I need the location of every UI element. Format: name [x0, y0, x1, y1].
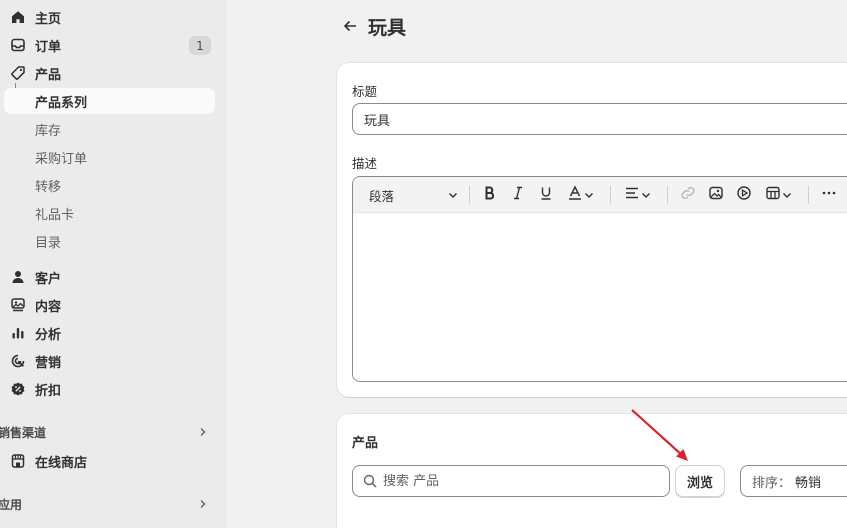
- sidebar-item-products[interactable]: 产品: [4, 60, 215, 86]
- sidebar-item-label: 产品: [35, 67, 62, 83]
- person-icon: [8, 267, 28, 287]
- sidebar-item-label: 营销: [35, 355, 62, 371]
- paragraph-format-label: 段落: [369, 188, 395, 204]
- inbox-icon: [8, 35, 28, 55]
- sidebar-item-label: 转移: [35, 179, 62, 195]
- browse-button[interactable]: 浏览: [675, 465, 725, 497]
- toolbar-divider: [667, 186, 668, 204]
- sidebar-item-content[interactable]: 内容: [4, 292, 215, 318]
- sidebar-item-customers[interactable]: 客户: [4, 264, 215, 290]
- sidebar-item-home[interactable]: 主页: [4, 4, 215, 30]
- chevron-right-icon: [197, 424, 209, 444]
- sidebar-item-label: 客户: [35, 271, 62, 287]
- underline-icon: [539, 185, 553, 205]
- chevron-down-icon: [447, 186, 459, 205]
- editor-toolbar: 段落: [353, 177, 847, 213]
- product-search-field[interactable]: [352, 465, 670, 497]
- underline-button[interactable]: [536, 185, 556, 205]
- sidebar-section-sales-channels[interactable]: 销售渠道: [0, 421, 215, 443]
- chevron-down-icon: [781, 186, 793, 205]
- description-label: 描述: [352, 156, 378, 171]
- sidebar-item-online-store[interactable]: 在线商店: [4, 448, 215, 474]
- search-icon: [363, 474, 377, 488]
- title-label: 标题: [352, 84, 378, 99]
- paragraph-format-select[interactable]: 段落: [361, 185, 467, 205]
- align-button[interactable]: [621, 185, 655, 205]
- orders-count-badge: 1: [189, 36, 211, 55]
- description-text-area[interactable]: [353, 213, 847, 381]
- link-icon: [680, 185, 696, 205]
- more-actions-button[interactable]: [819, 185, 839, 205]
- text-color-button[interactable]: [564, 185, 598, 205]
- sidebar-item-analytics[interactable]: 分析: [4, 320, 215, 346]
- sidebar-item-collections[interactable]: 产品系列: [4, 88, 215, 114]
- insert-video-button[interactable]: [734, 185, 754, 205]
- target-icon: [8, 351, 28, 371]
- sort-select[interactable]: 排序： 畅销: [740, 465, 847, 497]
- sidebar-item-label: 采购订单: [35, 151, 88, 167]
- ellipsis-icon: [821, 185, 837, 205]
- sidebar-item-label: 主页: [35, 11, 62, 27]
- play-circle-icon: [736, 185, 752, 205]
- home-icon: [8, 7, 28, 27]
- products-card: 产品 浏览 排序： 畅销: [337, 414, 847, 528]
- sidebar-item-purchase-orders[interactable]: 采购订单: [4, 144, 215, 170]
- sidebar-item-label: 在线商店: [35, 455, 88, 471]
- italic-button[interactable]: [508, 185, 528, 205]
- sidebar-item-catalogs[interactable]: 目录: [4, 228, 215, 254]
- bold-button[interactable]: [480, 185, 500, 205]
- section-label: 应用: [0, 497, 23, 512]
- sidebar-item-marketing[interactable]: 营销: [4, 348, 215, 374]
- sidebar-section-apps[interactable]: 应用: [0, 493, 215, 515]
- bold-icon: [483, 185, 497, 205]
- back-arrow-icon[interactable]: [340, 16, 360, 36]
- link-button[interactable]: [678, 185, 698, 205]
- sidebar-item-transfers[interactable]: 转移: [4, 172, 215, 198]
- image-content-icon: [8, 295, 28, 315]
- title-input-value: 玩具: [364, 113, 391, 129]
- title-input[interactable]: 玩具: [352, 103, 847, 135]
- description-editor: 段落: [352, 176, 847, 382]
- sidebar-item-label: 内容: [35, 299, 62, 315]
- sidebar-item-label: 折扣: [35, 383, 62, 399]
- sidebar-item-label: 订单: [35, 39, 62, 55]
- image-icon: [708, 185, 724, 205]
- section-label: 销售渠道: [0, 425, 47, 440]
- products-card-title: 产品: [352, 436, 379, 451]
- sidebar-item-label: 礼品卡: [35, 207, 75, 223]
- sidebar-item-inventory[interactable]: 库存: [4, 116, 215, 142]
- bar-chart-icon: [8, 323, 28, 343]
- align-left-icon: [624, 185, 640, 205]
- italic-icon: [511, 185, 525, 205]
- insert-table-button[interactable]: [762, 185, 796, 205]
- sidebar-item-gift-cards[interactable]: 礼品卡: [4, 200, 215, 226]
- chevron-down-icon: [583, 186, 595, 205]
- sort-label: 排序：: [752, 475, 792, 491]
- toolbar-divider: [610, 186, 611, 204]
- tag-icon: [8, 63, 28, 83]
- sidebar-item-label: 库存: [35, 123, 62, 139]
- toolbar-divider: [808, 186, 809, 204]
- sidebar-item-label: 目录: [35, 235, 62, 251]
- chevron-down-icon: [640, 186, 652, 205]
- text-color-icon: [567, 185, 583, 205]
- sidebar-item-label: 产品系列: [35, 95, 88, 111]
- sidebar: 主页 订单 1 产品 产品系列 库存 采购订单 转移 礼品卡 目录 客户 内容 …: [0, 0, 227, 528]
- discount-badge-icon: [8, 379, 28, 399]
- sidebar-item-discounts[interactable]: 折扣: [4, 376, 215, 402]
- sort-value: 畅销: [795, 475, 822, 491]
- table-icon: [765, 185, 781, 205]
- annotation-arrow-icon: [631, 409, 688, 461]
- details-card: 标题 玩具 描述 段落: [337, 63, 847, 397]
- toolbar-divider: [469, 186, 470, 204]
- sidebar-item-label: 分析: [35, 327, 62, 343]
- page-title: 玩具: [368, 16, 407, 39]
- insert-image-button[interactable]: [706, 185, 726, 205]
- page-header: 玩具: [340, 12, 406, 40]
- sidebar-item-orders[interactable]: 订单 1: [4, 32, 215, 58]
- store-icon: [8, 451, 28, 471]
- chevron-right-icon: [197, 496, 209, 516]
- product-search-input[interactable]: [383, 473, 653, 489]
